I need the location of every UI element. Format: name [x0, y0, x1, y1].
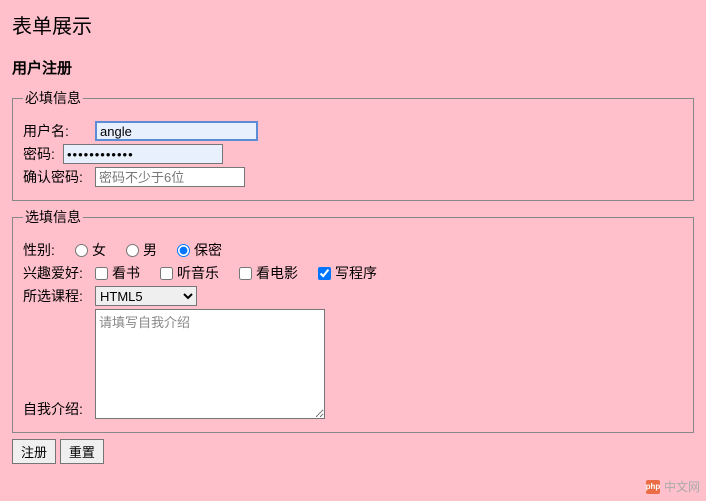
password-label: 密码:: [23, 144, 63, 164]
gender-female-label: 女: [92, 240, 106, 260]
gender-male-radio[interactable]: [126, 244, 139, 257]
username-label: 用户名:: [23, 121, 95, 141]
intro-textarea[interactable]: [95, 309, 325, 419]
intro-label: 自我介绍:: [23, 399, 95, 419]
username-input[interactable]: [95, 121, 258, 141]
password-row: 密码:: [23, 144, 683, 164]
gender-male-label: 男: [143, 240, 157, 260]
course-select[interactable]: HTML5: [95, 286, 197, 306]
gender-secret-radio[interactable]: [177, 244, 190, 257]
page-title: 表单展示: [12, 10, 694, 39]
confirm-row: 确认密码:: [23, 167, 683, 187]
hobby-read-checkbox[interactable]: [95, 267, 108, 280]
form-buttons: 注册 重置: [12, 439, 694, 464]
confirm-input[interactable]: [95, 167, 245, 187]
hobby-code-label: 写程序: [335, 263, 377, 283]
hobby-movie-label: 看电影: [256, 263, 298, 283]
course-row: 所选课程: HTML5: [23, 286, 683, 306]
watermark-logo-icon: php: [646, 480, 660, 494]
gender-label: 性别:: [23, 240, 75, 260]
hobbies-row: 兴趣爱好: 看书 听音乐 看电影 写程序: [23, 263, 683, 283]
course-label: 所选课程:: [23, 286, 95, 306]
gender-secret-label: 保密: [194, 240, 222, 260]
hobbies-group: 看书 听音乐 看电影 写程序: [95, 263, 391, 283]
intro-row: 自我介绍:: [23, 309, 683, 419]
gender-female-radio[interactable]: [75, 244, 88, 257]
required-fieldset: 必填信息 用户名: 密码: 确认密码:: [12, 88, 694, 201]
password-input[interactable]: [63, 144, 223, 164]
optional-legend: 选填信息: [23, 207, 83, 227]
section-title: 用户注册: [12, 57, 694, 78]
submit-button[interactable]: 注册: [12, 439, 56, 464]
required-legend: 必填信息: [23, 88, 83, 108]
hobbies-label: 兴趣爱好:: [23, 263, 95, 283]
username-row: 用户名:: [23, 121, 683, 141]
reset-button[interactable]: 重置: [60, 439, 104, 464]
hobby-read-label: 看书: [112, 263, 140, 283]
optional-fieldset: 选填信息 性别: 女 男 保密 兴趣爱好: 看书: [12, 207, 694, 433]
hobby-movie-checkbox[interactable]: [239, 267, 252, 280]
hobby-code-checkbox[interactable]: [318, 267, 331, 280]
watermark: php 中文网: [646, 478, 700, 495]
confirm-label: 确认密码:: [23, 167, 95, 187]
watermark-text: 中文网: [664, 478, 700, 495]
gender-group: 女 男 保密: [75, 240, 236, 260]
gender-row: 性别: 女 男 保密: [23, 240, 683, 260]
hobby-music-checkbox[interactable]: [160, 267, 173, 280]
hobby-music-label: 听音乐: [177, 263, 219, 283]
